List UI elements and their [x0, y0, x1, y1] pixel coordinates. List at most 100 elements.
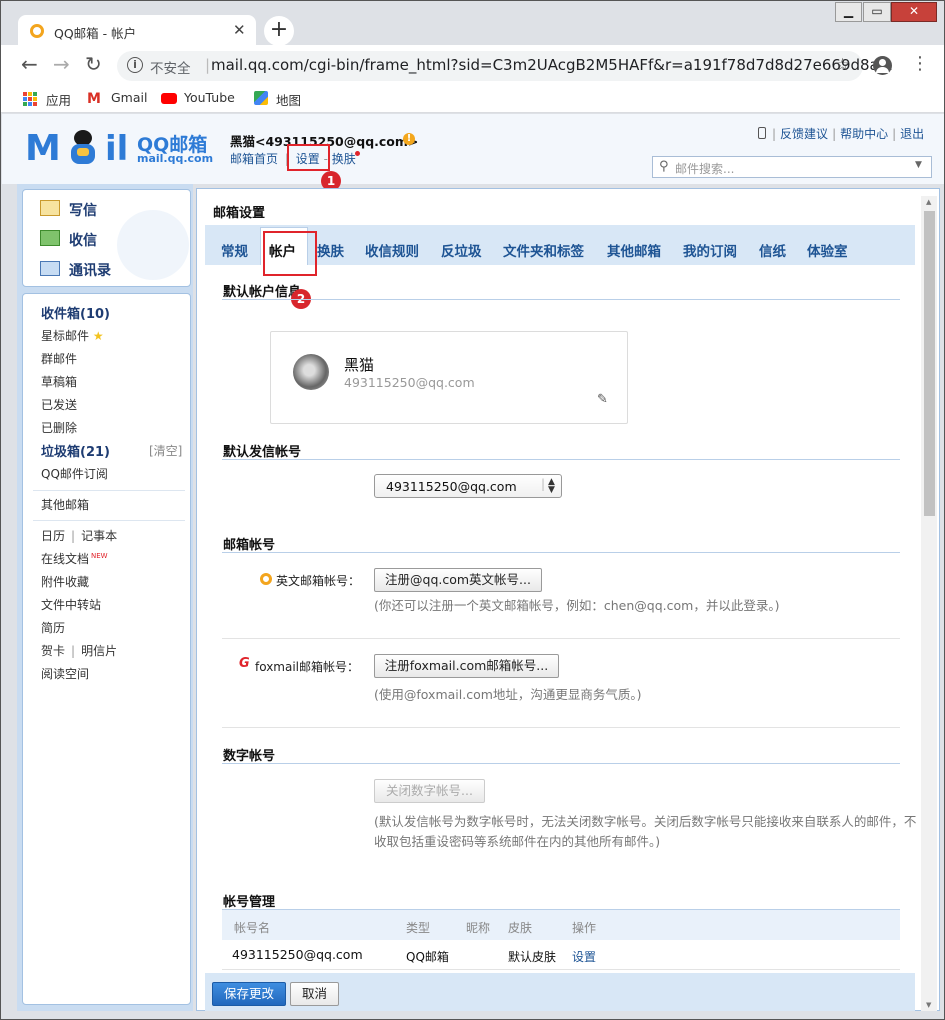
receive-link[interactable]: 收信: [69, 230, 97, 250]
address-bar[interactable]: i 不安全 | mail.qq.com/cgi-bin/frame_html?s…: [117, 51, 893, 81]
tab-subscriptions[interactable]: 我的订阅: [683, 240, 737, 260]
tab-rules[interactable]: 收信规则: [365, 240, 419, 260]
junk-link[interactable]: 垃圾箱(21): [41, 441, 110, 460]
page-title: 邮箱设置: [213, 206, 266, 221]
default-send-select[interactable]: 493115250@qq.com | ▲ ▼: [374, 474, 562, 498]
minimize-icon[interactable]: ▁: [835, 2, 862, 22]
insecure-label: 不安全: [150, 61, 191, 77]
cancel-button[interactable]: 取消: [290, 982, 339, 1006]
browser-tab[interactable]: QQ邮箱 - 帐户 ✕: [18, 15, 256, 47]
close-tab-icon[interactable]: ✕: [233, 21, 246, 39]
foxmail-icon: G: [239, 656, 250, 671]
chevron-down-icon[interactable]: ▼: [915, 160, 922, 170]
default-send-title: 默认发信帐号: [223, 445, 302, 460]
register-en-account-button[interactable]: 注册@qq.com英文帐号...: [374, 568, 542, 592]
account-table-header: 帐号名 类型 昵称 皮肤 操作: [222, 909, 900, 940]
tab-skin[interactable]: 换肤: [317, 240, 344, 260]
profile-email: 493115250@qq.com: [344, 375, 475, 390]
scroll-up-icon[interactable]: ▲: [926, 198, 931, 206]
tab-general[interactable]: 常规: [221, 240, 248, 260]
new-badge: NEW: [91, 552, 108, 560]
en-account-label: 英文邮箱帐号：: [276, 574, 361, 588]
close-digit-account-button[interactable]: 关闭数字帐号...: [374, 779, 485, 803]
help-link[interactable]: 帮助中心: [840, 127, 888, 141]
bookmark-star-icon[interactable]: ☆: [835, 55, 850, 75]
docs-link[interactable]: 在线文档 NEW: [41, 550, 108, 567]
forward-icon[interactable]: →: [53, 54, 70, 74]
youtube-icon: [161, 93, 177, 104]
profile-icon[interactable]: [873, 56, 892, 75]
foxmail-hint: (使用@foxmail.com地址，沟通更显商务气质。): [374, 687, 642, 702]
mail-search-input[interactable]: ⚲ 邮件搜索... ▼: [652, 156, 932, 178]
annotation-box-account-tab: [263, 231, 317, 276]
info-icon[interactable]: i: [127, 57, 143, 73]
mail-account-title: 邮箱帐号: [223, 538, 276, 553]
digit-account-title: 数字帐号: [223, 749, 276, 764]
feedback-link[interactable]: 反馈建议: [780, 127, 828, 141]
other-mail-link[interactable]: 其他邮箱: [41, 496, 89, 513]
receive-icon: [40, 230, 60, 246]
mobile-icon[interactable]: [758, 127, 766, 139]
decor-mascot-icon: [117, 210, 189, 280]
card-link[interactable]: 贺卡: [41, 644, 65, 658]
url-text[interactable]: mail.qq.com/cgi-bin/frame_html?sid=C3m2U…: [211, 56, 893, 74]
browser-toolbar: ← → ↻ i 不安全 | mail.qq.com/cgi-bin/frame_…: [1, 45, 944, 85]
tab-lab[interactable]: 体验室: [807, 240, 848, 260]
warning-icon[interactable]: !: [403, 133, 415, 145]
contacts-icon: [40, 261, 60, 276]
inbox-link[interactable]: 收件箱(10): [41, 303, 110, 322]
bookmark-youtube[interactable]: YouTube: [184, 90, 235, 105]
deleted-link[interactable]: 已删除: [41, 419, 77, 436]
sent-link[interactable]: 已发送: [41, 396, 77, 413]
bookmark-apps[interactable]: 应用: [46, 90, 71, 109]
reading-link[interactable]: 阅读空间: [41, 665, 89, 682]
tab-antispam[interactable]: 反垃圾: [441, 240, 482, 260]
account-manage-title: 帐号管理: [223, 895, 276, 910]
clear-junk-link[interactable]: [清空]: [149, 442, 182, 459]
edit-pencil-icon[interactable]: ✎: [597, 392, 608, 407]
resume-link[interactable]: 简历: [41, 619, 65, 636]
maps-icon: [254, 91, 268, 105]
register-foxmail-button[interactable]: 注册foxmail.com邮箱帐号...: [374, 654, 559, 678]
action-bar: 保存更改 取消: [205, 973, 915, 1011]
postcard-link[interactable]: 明信片: [81, 644, 117, 658]
notification-dot: [355, 151, 360, 156]
file-transfer-link[interactable]: 文件中转站: [41, 596, 101, 613]
subscribe-link[interactable]: QQ邮件订阅: [41, 465, 108, 482]
account-settings-link[interactable]: 设置: [572, 948, 596, 965]
skin-link[interactable]: 换肤: [332, 152, 356, 166]
drafts-link[interactable]: 草稿箱: [41, 373, 77, 390]
starred-link[interactable]: 星标邮件 ★: [41, 327, 104, 344]
contacts-link[interactable]: 通讯录: [69, 260, 111, 280]
back-icon[interactable]: ←: [21, 54, 38, 74]
annotation-box-settings: [287, 144, 330, 171]
close-window-icon[interactable]: ✕: [891, 2, 937, 22]
mail-home-link[interactable]: 邮箱首页: [230, 152, 278, 166]
compose-link[interactable]: 写信: [69, 200, 97, 220]
tab-strip: QQ邮箱 - 帐户 ✕ + ▁ ▭ ✕: [1, 1, 944, 47]
quick-actions: 写信 收信 通讯录: [22, 189, 191, 287]
default-info-title: 默认帐户信息: [223, 285, 302, 300]
scroll-down-icon[interactable]: ▼: [926, 1001, 931, 1009]
logout-link[interactable]: 退出: [900, 127, 924, 141]
reload-icon[interactable]: ↻: [85, 54, 102, 74]
calendar-link[interactable]: 日历: [41, 529, 65, 543]
profile-card: 黑猫 493115250@qq.com ✎: [270, 331, 628, 424]
notes-link[interactable]: 记事本: [81, 529, 117, 543]
tab-folders[interactable]: 文件夹和标签: [503, 240, 584, 260]
select-arrows-icon: ▲ ▼: [548, 477, 555, 495]
menu-icon[interactable]: ⋮: [911, 54, 929, 74]
new-tab-button[interactable]: +: [264, 16, 294, 46]
maximize-icon[interactable]: ▭: [863, 2, 891, 22]
qq-icon: [260, 573, 272, 585]
group-mail-link[interactable]: 群邮件: [41, 350, 77, 367]
tab-stationery[interactable]: 信纸: [759, 240, 786, 260]
scrollbar-thumb[interactable]: [924, 211, 935, 516]
attachments-link[interactable]: 附件收藏: [41, 573, 89, 590]
bookmark-maps[interactable]: 地图: [276, 90, 301, 109]
table-row: 493115250@qq.com QQ邮箱 默认皮肤 设置: [222, 940, 900, 970]
bookmark-gmail[interactable]: Gmail: [111, 90, 147, 105]
save-button[interactable]: 保存更改: [212, 982, 286, 1006]
avatar[interactable]: [293, 354, 329, 390]
tab-other-mail[interactable]: 其他邮箱: [607, 240, 661, 260]
